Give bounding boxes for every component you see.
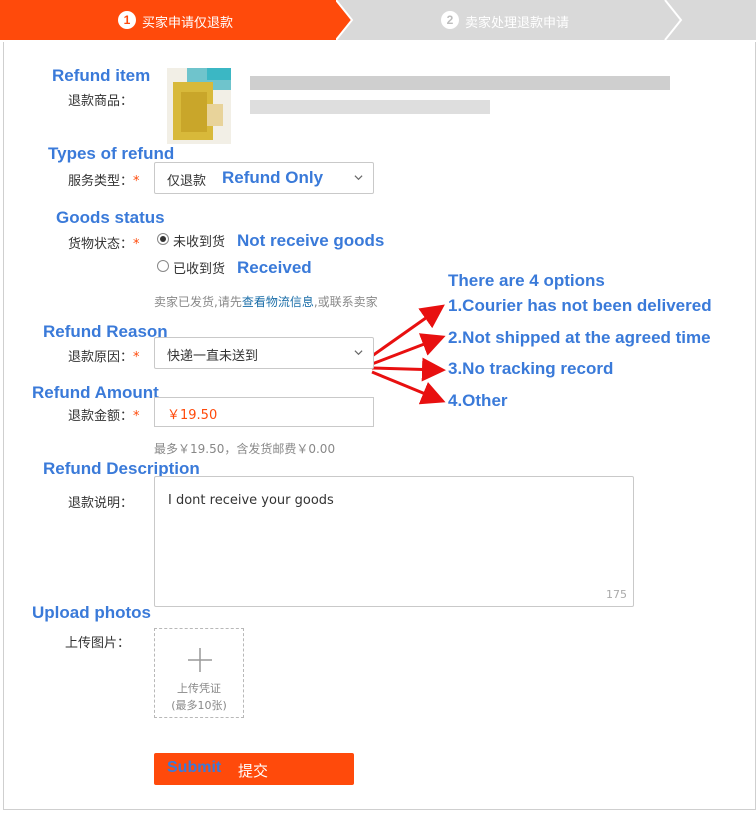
submit-button[interactable]: Submit 提交: [154, 753, 354, 785]
required-mark: *: [133, 409, 140, 424]
annotation-option-3: 3.No tracking record: [448, 359, 614, 378]
refund-type-label: 服务类型：*: [68, 170, 140, 189]
refund-reason-label-text: 退款原因：: [68, 350, 134, 365]
goods-status-label: 货物状态：*: [68, 233, 140, 252]
refund-amount-value: ￥19.50: [167, 408, 218, 423]
required-mark: *: [133, 174, 140, 189]
refund-amount-input[interactable]: ￥19.50: [154, 397, 374, 427]
annotation-refund-amount: Refund Amount: [32, 383, 159, 402]
refund-reason-select[interactable]: 快递一直未送到: [154, 337, 374, 369]
product-spec-blurred: [250, 100, 490, 114]
step-2-label: 卖家处理退款申请: [465, 16, 570, 31]
view-logistics-link[interactable]: 查看物流信息: [242, 295, 314, 309]
refund-item-label: 退款商品：: [68, 94, 134, 109]
annotation-submit: Submit: [167, 759, 222, 776]
refund-description-textarea[interactable]: I dont receive your goods 175: [154, 476, 634, 607]
refund-amount-hint: 最多￥19.50，含发货邮费￥0.00: [154, 442, 336, 456]
plus-icon: [188, 648, 212, 672]
step-separator-icon: [664, 0, 683, 40]
upload-label: 上传图片：: [65, 636, 131, 651]
product-thumbnail[interactable]: [167, 68, 231, 144]
radio-not-received[interactable]: [157, 233, 169, 245]
annotation-arrows: [371, 304, 446, 405]
annotation-options-heading: There are 4 options: [448, 271, 605, 290]
radio-received[interactable]: [157, 260, 169, 272]
annotation-option-2: 2.Not shipped at the agreed time: [448, 328, 711, 347]
step-1-label: 买家申请仅退款: [142, 16, 234, 31]
step-separator-icon: [336, 0, 354, 40]
refund-description-value: I dont receive your goods: [168, 493, 334, 508]
radio-not-received-label[interactable]: 未收到货: [173, 231, 225, 250]
radio-received-label[interactable]: 已收到货: [173, 258, 225, 277]
step-2-number: 2: [441, 11, 459, 29]
submit-label: 提交: [238, 762, 269, 780]
annotation-refund-item: Refund item: [52, 66, 151, 85]
annotation-types-of-refund: Types of refund: [48, 144, 175, 163]
annotation-refund-reason: Refund Reason: [43, 322, 168, 341]
annotation-refund-only: Refund Only: [222, 168, 324, 187]
annotation-upload-photos: Upload photos: [32, 603, 151, 622]
char-count: 175: [606, 588, 627, 601]
product-title-blurred: [250, 76, 670, 90]
refund-type-label-text: 服务类型：: [68, 174, 134, 189]
goods-status-label-text: 货物状态：: [68, 237, 134, 252]
refund-type-selected: 仅退款: [167, 174, 207, 189]
progress-steps: 1 买家申请仅退款 2 卖家处理退款申请: [0, 0, 756, 40]
annotation-option-1: 1.Courier has not been delivered: [448, 296, 712, 315]
upload-button-line2: (最多10张): [171, 699, 227, 712]
logistics-tip: 卖家已发货,请先查看物流信息,或联系卖家: [154, 293, 378, 310]
refund-reason-label: 退款原因：*: [68, 346, 140, 365]
refund-description-label: 退款说明：: [68, 496, 134, 511]
required-mark: *: [133, 350, 140, 365]
annotation-not-receive-goods: Not receive goods: [237, 231, 385, 250]
refund-amount-label: 退款金额：*: [68, 405, 140, 424]
upload-photo-button[interactable]: 上传凭证 (最多10张): [154, 628, 244, 718]
logistics-tip-before: 卖家已发货,请先: [154, 295, 242, 309]
refund-amount-label-text: 退款金额：: [68, 409, 134, 424]
upload-button-line1: 上传凭证: [177, 682, 221, 695]
annotation-goods-status: Goods status: [56, 208, 165, 227]
chevron-down-icon: [354, 350, 363, 356]
refund-reason-selected: 快递一直未送到: [167, 349, 259, 364]
required-mark: *: [133, 237, 140, 252]
chevron-down-icon: [354, 175, 363, 181]
annotation-received: Received: [237, 258, 312, 277]
step-1-number: 1: [118, 11, 136, 29]
